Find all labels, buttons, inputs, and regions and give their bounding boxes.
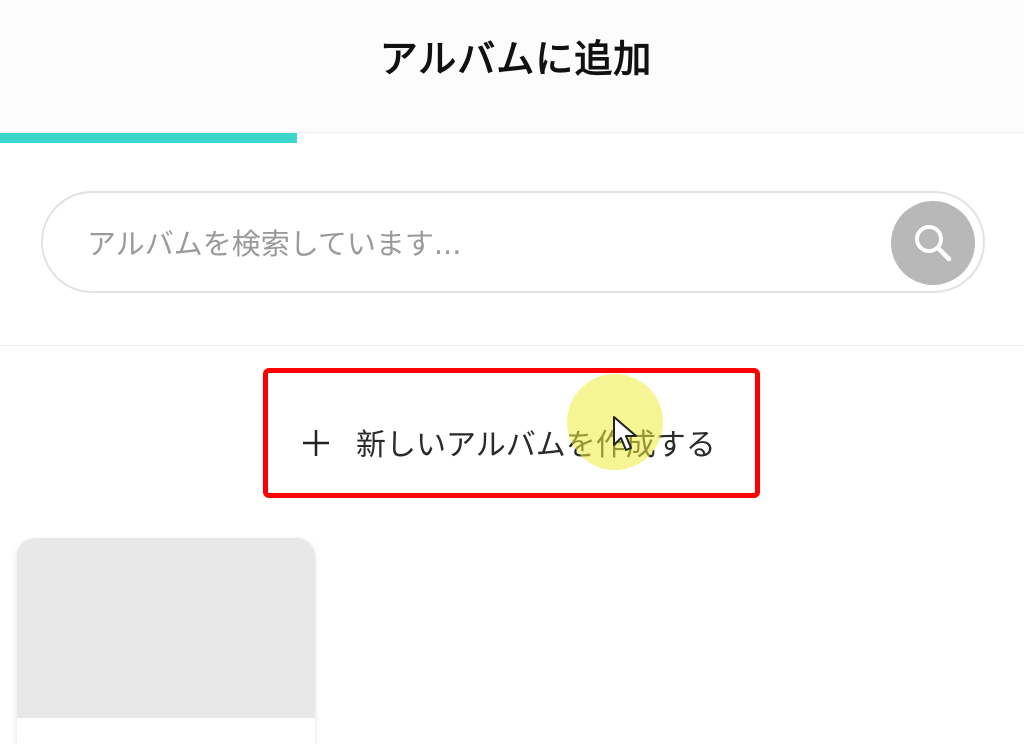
search-button[interactable] <box>891 201 975 285</box>
progress-bar-fill <box>0 133 297 143</box>
divider <box>0 345 1024 346</box>
header: アルバムに追加 <box>0 0 1024 133</box>
search-bar <box>41 191 985 293</box>
search-icon <box>915 225 952 262</box>
create-new-album-button[interactable]: 新しいアルバムを作成する <box>263 368 760 498</box>
page-title: アルバムに追加 <box>379 37 653 81</box>
album-thumbnail <box>17 538 315 718</box>
plus-icon <box>303 430 329 456</box>
create-new-album-label: 新しいアルバムを作成する <box>356 428 716 463</box>
add-to-album-page: アルバムに追加 新しいアルバムを作成する <box>0 0 1024 744</box>
album-card[interactable] <box>17 538 315 744</box>
search-input[interactable] <box>85 217 869 271</box>
album-caption <box>17 718 315 744</box>
progress-bar <box>0 133 1024 143</box>
